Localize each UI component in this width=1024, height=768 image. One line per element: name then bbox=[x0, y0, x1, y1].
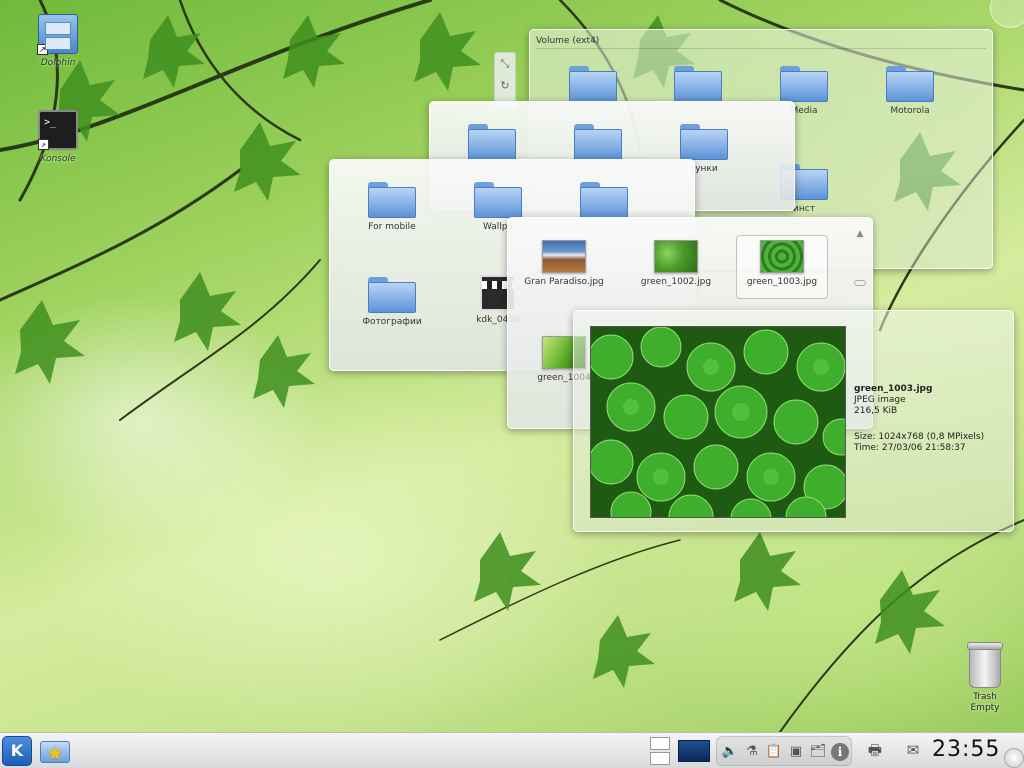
rotate-icon[interactable]: ↻ bbox=[495, 75, 515, 97]
folder-item[interactable] bbox=[446, 124, 538, 164]
desktop-icon-dolphin[interactable]: ↗ Dolphin bbox=[28, 14, 88, 68]
preview-filename: green_1003.jpg bbox=[854, 384, 933, 394]
folder-icon bbox=[680, 124, 728, 160]
preview-time: Time: 27/03/06 21:58:37 bbox=[854, 443, 966, 453]
device-notifier-icon[interactable]: ▣ bbox=[787, 743, 805, 761]
clipboard-icon[interactable]: 📋 bbox=[765, 743, 783, 761]
folder-icon bbox=[468, 124, 516, 160]
file-preview-tooltip: green_1003.jpg JPEG image 216,5 KiB Size… bbox=[573, 310, 1014, 532]
file-manager-icon: ↗ bbox=[37, 14, 78, 55]
shortcut-arrow-icon: ↗ bbox=[37, 44, 48, 55]
folder-icon bbox=[474, 182, 522, 218]
shortcut-arrow-icon: ↗ bbox=[38, 139, 49, 150]
printer-icon[interactable]: 🖶 bbox=[862, 739, 888, 761]
folder-icon bbox=[574, 124, 622, 160]
folder-icon bbox=[886, 66, 934, 102]
trash-icon bbox=[967, 642, 1003, 688]
image-thumbnail bbox=[760, 240, 804, 273]
desktop-icon-label: Konsole bbox=[40, 154, 76, 164]
preview-filetype: JPEG image bbox=[854, 395, 906, 405]
network-icon[interactable]: ⚗ bbox=[743, 743, 761, 761]
show-desktop-button[interactable] bbox=[678, 740, 710, 762]
folder-icon bbox=[368, 277, 416, 313]
pager-desktop-1[interactable] bbox=[650, 737, 670, 750]
preview-dimensions: Size: 1024x768 (0,8 MPixels) bbox=[854, 432, 985, 442]
preview-metadata: green_1003.jpg JPEG image 216,5 KiB Size… bbox=[854, 384, 1013, 454]
image-file-item[interactable]: Gran Paradiso.jpg bbox=[518, 240, 610, 288]
favorites-folder-button[interactable]: ★ bbox=[40, 737, 70, 765]
desktop-icon-label: Dolphin bbox=[40, 58, 76, 68]
scroll-up-icon[interactable]: ▲ bbox=[854, 228, 866, 240]
system-tray: 🔈 ⚗ 📋 ▣ 🗂 i bbox=[716, 736, 852, 766]
notifications-icon[interactable]: 🗂 bbox=[809, 743, 827, 761]
virtual-desktop-pager[interactable] bbox=[650, 737, 670, 765]
scroll-handle[interactable] bbox=[854, 280, 866, 286]
preview-filesize: 216,5 KiB bbox=[854, 406, 898, 416]
image-file-item-selected[interactable]: green_1003.jpg bbox=[736, 240, 828, 288]
folder-icon bbox=[569, 66, 617, 102]
desktop-trash[interactable]: Trash Empty bbox=[958, 642, 1012, 714]
folder-item-motorola[interactable]: Motorola bbox=[864, 66, 956, 117]
panel-clock[interactable]: 23:55 bbox=[932, 737, 1000, 762]
image-thumbnail bbox=[542, 240, 586, 273]
folder-icon bbox=[780, 66, 828, 102]
folder-item[interactable] bbox=[652, 66, 744, 106]
star-icon: ★ bbox=[46, 741, 64, 765]
image-file-item[interactable]: green_1002.jpg bbox=[630, 240, 722, 288]
volume-icon[interactable]: 🔈 bbox=[721, 743, 739, 761]
folder-item[interactable] bbox=[558, 182, 650, 222]
kde-menu-button[interactable]: K bbox=[2, 736, 32, 766]
folder-icon bbox=[580, 182, 628, 218]
image-thumbnail bbox=[654, 240, 698, 273]
popup-title: Volume (ext4) bbox=[536, 36, 600, 46]
vertical-scrollbar[interactable]: ▲ bbox=[854, 228, 866, 286]
mail-icon[interactable]: ✉ bbox=[900, 739, 926, 761]
bottom-panel: K ★ 🔈 ⚗ 📋 ▣ 🗂 i 🖶 ✉ 23:55 bbox=[0, 732, 1024, 768]
desktop-icon-konsole[interactable]: >_ ↗ Konsole bbox=[28, 110, 88, 164]
folder-icon bbox=[674, 66, 722, 102]
pager-desktop-2[interactable] bbox=[650, 752, 670, 765]
terminal-icon: >_ ↗ bbox=[38, 110, 78, 150]
divider bbox=[536, 48, 986, 49]
folder-item[interactable] bbox=[552, 124, 644, 164]
info-icon[interactable]: i bbox=[831, 743, 849, 761]
folder-item-for-mobile[interactable]: For mobile bbox=[346, 182, 438, 233]
folder-icon bbox=[368, 182, 416, 218]
folder-item[interactable] bbox=[547, 66, 639, 106]
resize-icon[interactable]: ⤡ bbox=[495, 53, 515, 75]
panel-toolbox-button[interactable] bbox=[1004, 748, 1024, 768]
image-preview bbox=[590, 326, 846, 518]
folder-item-photos[interactable]: Фотографии bbox=[346, 277, 438, 328]
